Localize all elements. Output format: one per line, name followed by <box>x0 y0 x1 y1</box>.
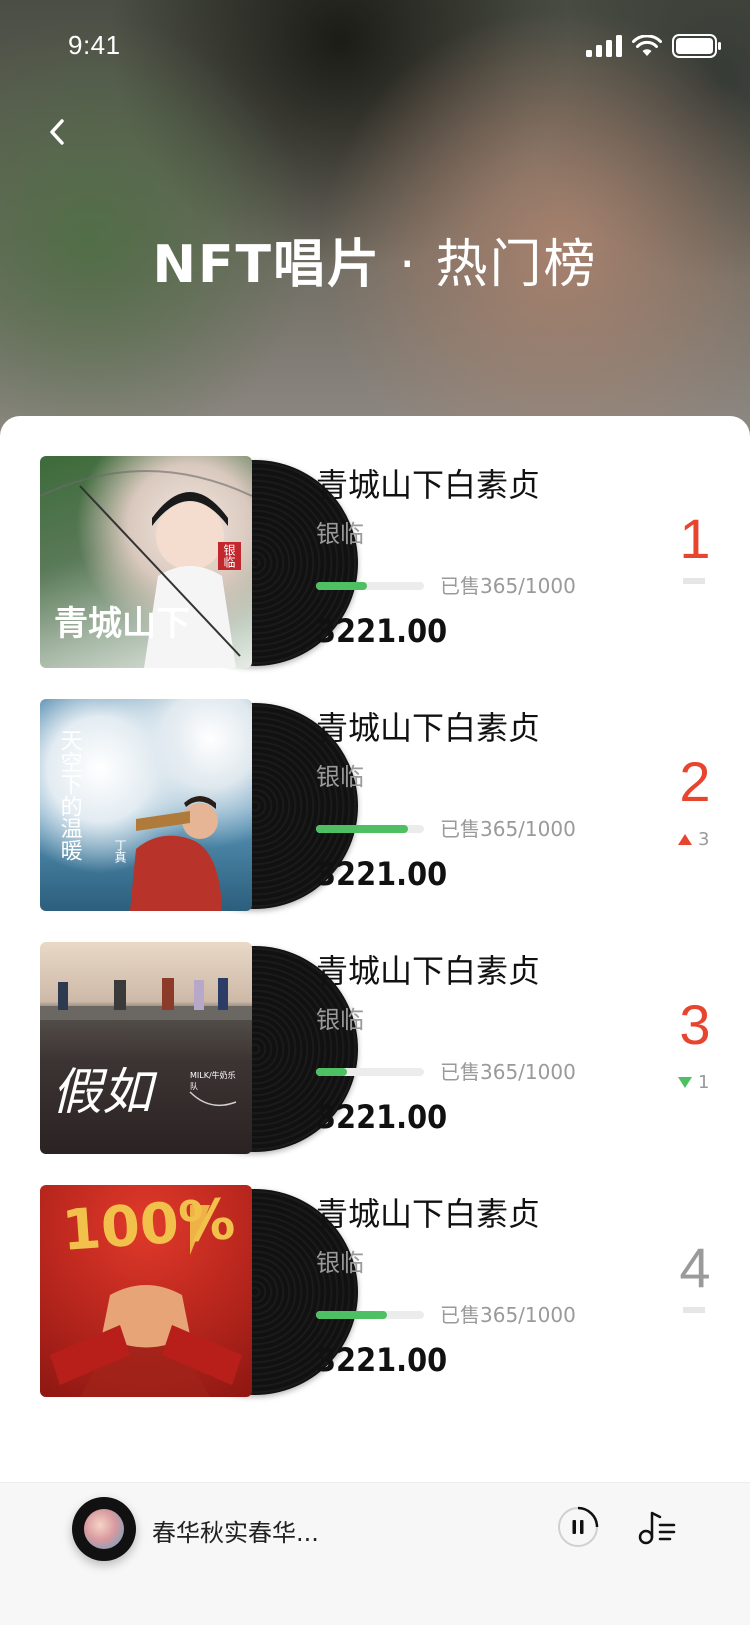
album-cover: 假如 MILK/牛奶乐队 <box>40 942 252 1154</box>
status-icons <box>586 34 722 62</box>
list-item[interactable]: 天空下的温暖 丁真 青城山下白素贞 银临 已售365/1000 3221.00 … <box>0 659 750 911</box>
rank-change: 1 <box>678 1072 709 1093</box>
sold-count: 已售365/1000 <box>440 817 576 841</box>
sold-count: 已售365/1000 <box>440 1303 576 1327</box>
hero-header: 9:41 NFT唱片 · 热门榜 <box>0 0 750 440</box>
sales-progress-fill <box>316 582 367 590</box>
rank-change-value: 3 <box>698 829 710 850</box>
sales-progress-fill <box>316 1311 388 1319</box>
album-cover: 100% <box>40 1185 252 1397</box>
playlist-icon <box>636 1511 680 1553</box>
playlist-button[interactable] <box>636 1505 680 1549</box>
cover-caption: 假如 <box>52 1063 152 1121</box>
song-title: 青城山下白素贞 <box>316 952 541 990</box>
cover-artist: 丁真 <box>113 839 127 863</box>
song-title: 青城山下白素贞 <box>316 466 541 504</box>
price: 3221.00 <box>316 1098 448 1136</box>
pause-button[interactable] <box>556 1505 600 1549</box>
sold-count: 已售365/1000 <box>440 1060 576 1084</box>
rank-number: 4 <box>679 1236 711 1299</box>
album-art: 天空下的温暖 丁真 <box>40 699 358 913</box>
status-bar: 9:41 <box>0 0 750 96</box>
rank-down-icon <box>678 1072 692 1093</box>
album-art: 假如 MILK/牛奶乐队 <box>40 942 358 1156</box>
cover-badge: 银临 <box>218 542 241 570</box>
artist-name: 银临 <box>316 763 364 791</box>
cover-caption: 青城山下 <box>54 604 190 644</box>
artist-name: 银临 <box>316 520 364 548</box>
rank-unchanged-indicator <box>683 1307 705 1313</box>
battery-icon <box>672 34 722 62</box>
rank-number: 1 <box>679 507 711 570</box>
rank-change-value: 1 <box>698 1072 710 1093</box>
rank-number: 3 <box>679 993 711 1056</box>
sales-progress-bar <box>316 1311 424 1319</box>
mini-player: 春华秋实春华... <box>0 1482 750 1625</box>
pause-icon <box>556 1506 600 1553</box>
album-art: 100% <box>40 1185 358 1399</box>
song-title: 青城山下白素贞 <box>316 1195 541 1233</box>
rank-number: 2 <box>679 750 711 813</box>
page-subtitle: 热门榜 <box>435 235 598 295</box>
list-item[interactable]: 100% 青城山下白素贞 银临 已售365/1000 3221.00 4 <box>0 1145 750 1397</box>
album-cover: 天空下的温暖 丁真 <box>40 699 252 911</box>
list-item[interactable]: 假如 MILK/牛奶乐队 青城山下白素贞 银临 已售365/1000 3221.… <box>0 902 750 1154</box>
sales-progress-bar <box>316 1068 424 1076</box>
artist-name: 银临 <box>316 1249 364 1277</box>
rank-unchanged-indicator <box>683 578 705 584</box>
sales-progress-bar <box>316 825 424 833</box>
price: 3221.00 <box>316 612 448 650</box>
sales-progress-bar <box>316 582 424 590</box>
cover-artist: MILK/牛奶乐队 <box>190 1071 236 1091</box>
rank-up-icon <box>678 829 692 850</box>
sold-count: 已售365/1000 <box>440 574 576 598</box>
rank-change: 3 <box>678 829 709 850</box>
cover-caption: 100% <box>59 1187 238 1264</box>
artist-name: 银临 <box>316 1006 364 1034</box>
album-cover: 青城山下 银临 <box>40 456 252 668</box>
ranking-list: 青城山下 银临 青城山下白素贞 银临 已售365/1000 3221.00 1 <box>0 416 750 1482</box>
status-time: 9:41 <box>68 30 121 60</box>
wifi-icon <box>632 34 662 61</box>
now-playing-artwork[interactable] <box>72 1497 136 1561</box>
back-button[interactable] <box>40 114 74 154</box>
sales-progress-fill <box>316 825 408 833</box>
list-item[interactable]: 青城山下 银临 青城山下白素贞 银临 已售365/1000 3221.00 1 <box>0 416 750 668</box>
artwork-image <box>84 1509 124 1549</box>
sales-progress-fill <box>316 1068 348 1076</box>
chevron-left-icon <box>48 118 66 150</box>
song-title: 青城山下白素贞 <box>316 709 541 747</box>
album-art: 青城山下 银临 <box>40 456 358 670</box>
cover-caption: 天空下的温暖 <box>56 729 82 861</box>
price: 3221.00 <box>316 855 448 893</box>
signal-icon <box>586 35 622 61</box>
brand-logo: NFT唱片 <box>152 235 381 295</box>
page-title: NFT唱片 · 热门榜 <box>0 222 750 297</box>
title-separator: · <box>398 235 418 295</box>
price: 3221.00 <box>316 1341 448 1379</box>
now-playing-title[interactable]: 春华秋实春华... <box>152 1513 319 1548</box>
